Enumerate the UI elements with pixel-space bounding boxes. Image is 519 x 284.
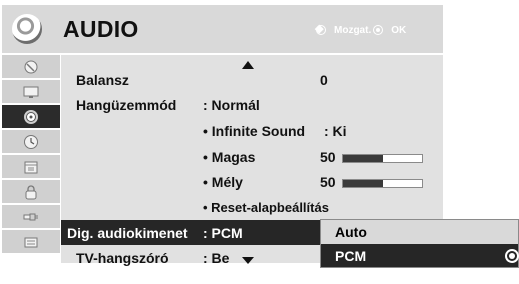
popup-option-auto[interactable]: Auto xyxy=(321,220,518,243)
treble-label: • Magas xyxy=(203,149,256,165)
ok-button-icon xyxy=(373,25,384,35)
speaker-icon xyxy=(12,14,42,44)
setting-row-digital-audio-out[interactable]: Dig. audiokimenet : PCM xyxy=(61,220,320,245)
reset-label: • Reset-alapbeállítás xyxy=(203,200,329,215)
sound-mode-label: Hangüzemmód xyxy=(76,97,177,113)
setting-row-infinite-sound[interactable]: • Infinite Sound : Ki xyxy=(61,118,443,143)
sound-mode-value: : Normál xyxy=(203,97,260,113)
treble-level-bar[interactable] xyxy=(342,154,423,163)
lock-icon xyxy=(25,185,37,200)
digital-audio-out-label: Dig. audiokimenet xyxy=(67,225,188,241)
satellite-dish-icon xyxy=(24,60,38,74)
sidebar-item-audio[interactable] xyxy=(2,105,60,129)
digital-audio-out-value: : PCM xyxy=(203,225,243,241)
usb-media-icon xyxy=(24,237,38,248)
bass-level-bar[interactable] xyxy=(342,179,423,188)
setting-row-treble[interactable]: • Magas 50 xyxy=(61,144,443,169)
hint-move-label: Mozgat. xyxy=(334,24,372,36)
input-plug-icon xyxy=(23,213,38,221)
bass-value: 50 xyxy=(320,174,336,190)
calendar-options-icon xyxy=(24,161,38,174)
sidebar-item-usb[interactable] xyxy=(2,230,60,254)
tv-speaker-label: TV-hangszóró xyxy=(76,250,169,266)
picture-tv-icon xyxy=(23,86,39,98)
bass-label: • Mély xyxy=(203,174,243,190)
setting-row-bass[interactable]: • Mély 50 xyxy=(61,169,443,194)
treble-value: 50 xyxy=(320,149,336,165)
tv-speaker-value: : Be xyxy=(203,250,230,266)
clock-icon xyxy=(24,135,38,149)
setting-row-balance[interactable]: Balansz 0 xyxy=(61,67,443,92)
sidebar-item-picture[interactable] xyxy=(2,80,60,104)
popup-option-pcm-label: PCM xyxy=(335,248,367,264)
navigation-hint: Mozgat. OK xyxy=(314,22,407,37)
sidebar-item-option[interactable] xyxy=(2,155,60,179)
move-arrows-icon xyxy=(314,22,328,37)
sidebar-item-channel[interactable] xyxy=(2,55,60,79)
hint-ok-label: OK xyxy=(391,24,407,36)
audio-speaker-icon xyxy=(24,110,38,124)
bass-level-fill xyxy=(343,180,383,187)
digital-audio-out-popup: Auto PCM xyxy=(320,219,519,268)
popup-option-auto-label: Auto xyxy=(335,224,367,240)
menu-header: AUDIO Mozgat. OK xyxy=(2,4,443,53)
balance-label: Balansz xyxy=(76,72,129,88)
treble-level-fill xyxy=(343,155,383,162)
infinite-sound-label: • Infinite Sound xyxy=(203,123,306,139)
setting-row-sound-mode[interactable]: Hangüzemmód : Normál xyxy=(61,92,443,117)
sidebar-item-lock[interactable] xyxy=(2,180,60,204)
scroll-down-arrow-icon[interactable] xyxy=(242,257,254,264)
setting-row-reset[interactable]: • Reset-alapbeállítás xyxy=(61,195,443,220)
balance-value: 0 xyxy=(320,72,328,88)
sidebar-item-input[interactable] xyxy=(2,205,60,229)
sidebar-item-time[interactable] xyxy=(2,130,60,154)
menu-title: AUDIO xyxy=(63,16,139,42)
category-sidebar xyxy=(2,55,61,263)
infinite-sound-value: : Ki xyxy=(324,123,347,139)
selected-radio-icon xyxy=(505,249,519,263)
popup-option-pcm[interactable]: PCM xyxy=(321,244,519,267)
